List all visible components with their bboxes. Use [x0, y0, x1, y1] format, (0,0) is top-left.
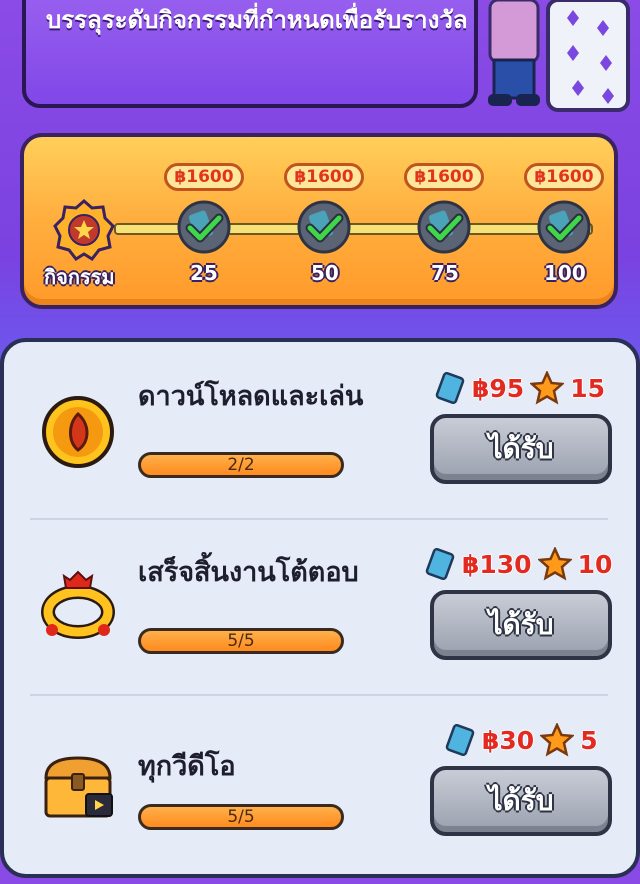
cash-reward: ฿30 — [482, 725, 535, 755]
task-title: ทุกวีดีโอ — [138, 751, 236, 782]
task-progress-bar: 5/5 — [138, 628, 344, 654]
task-row: ทุกวีดีโอ 5/5 ฿30 5 ได้รับ — [4, 712, 640, 884]
star-icon — [530, 371, 565, 405]
character-illustration — [488, 0, 630, 112]
milestone-reward-pill: ฿1600 — [164, 163, 244, 191]
cash-reward: ฿95 — [472, 373, 525, 403]
milestone-check-icon — [297, 200, 351, 254]
milestone-check-icon — [177, 200, 231, 254]
task-rewards: ฿30 5 — [444, 722, 598, 758]
task-progress-bar: 5/5 — [138, 804, 344, 830]
milestone-reward-pill: ฿1600 — [404, 163, 484, 191]
star-icon — [537, 547, 572, 581]
task-rewards: ฿130 10 — [424, 546, 612, 582]
milestone-level: 100 — [544, 261, 586, 285]
milestone-check-icon — [537, 200, 591, 254]
milestone-track: กิจกรรม ฿1600 25 ฿1600 50 ฿1600 75 ฿1600… — [20, 133, 618, 309]
milestone-reward-pill: ฿1600 — [284, 163, 364, 191]
task-title: เสร็จสิ้นงานโต้ตอบ — [138, 557, 359, 588]
milestone-level: 25 — [190, 261, 218, 285]
star-icon — [540, 723, 575, 757]
task-divider — [30, 694, 608, 696]
task-progress-text: 5/5 — [227, 807, 255, 827]
task-row: เสร็จสิ้นงานโต้ตอบ 5/5 ฿130 10 ได้รับ — [4, 536, 640, 708]
orange-orb-icon — [42, 396, 114, 468]
milestone-reward-pill: ฿1600 — [524, 163, 604, 191]
claim-button-label: ได้รับ — [488, 432, 554, 465]
milestone-level: 50 — [311, 261, 339, 285]
milestone-label: กิจกรรม — [44, 265, 115, 289]
treasure-chest-icon — [44, 756, 113, 818]
cash-icon — [445, 724, 475, 756]
task-divider — [30, 518, 608, 520]
claim-button[interactable]: ได้รับ — [430, 414, 612, 484]
activity-badge-icon — [53, 199, 115, 261]
claim-button-label: ได้รับ — [488, 608, 554, 641]
banner-text: บรรลุระดับกิจกรรมที่กำหนดเพื่อรับรางวัล — [46, 6, 468, 34]
task-progress-bar: 2/2 — [138, 452, 344, 478]
star-reward: 5 — [580, 725, 598, 755]
task-progress-text: 2/2 — [227, 455, 255, 475]
star-reward: 10 — [577, 549, 613, 579]
claim-button[interactable]: ได้รับ — [430, 590, 612, 660]
milestone-check-icon — [417, 200, 471, 254]
instruction-banner: บรรลุระดับกิจกรรมที่กำหนดเพื่อรับรางวัล — [22, 0, 478, 108]
task-title: ดาวน์โหลดและเล่น — [138, 381, 364, 412]
cash-icon — [435, 372, 465, 404]
task-rewards: ฿95 15 — [434, 370, 605, 406]
milestone-level: 75 — [431, 261, 459, 285]
claim-button-label: ได้รับ — [488, 784, 554, 817]
cash-reward: ฿130 — [462, 549, 532, 579]
task-progress-text: 5/5 — [227, 631, 255, 651]
task-list-panel: ดาวน์โหลดและเล่น 2/2 ฿95 15 ได้รับ เสร็จ… — [0, 338, 640, 878]
star-reward: 15 — [570, 373, 605, 403]
claim-button[interactable]: ได้รับ — [430, 766, 612, 836]
ring-icon — [41, 570, 115, 639]
task-row: ดาวน์โหลดและเล่น 2/2 ฿95 15 ได้รับ — [4, 360, 640, 532]
cash-icon — [425, 548, 455, 580]
